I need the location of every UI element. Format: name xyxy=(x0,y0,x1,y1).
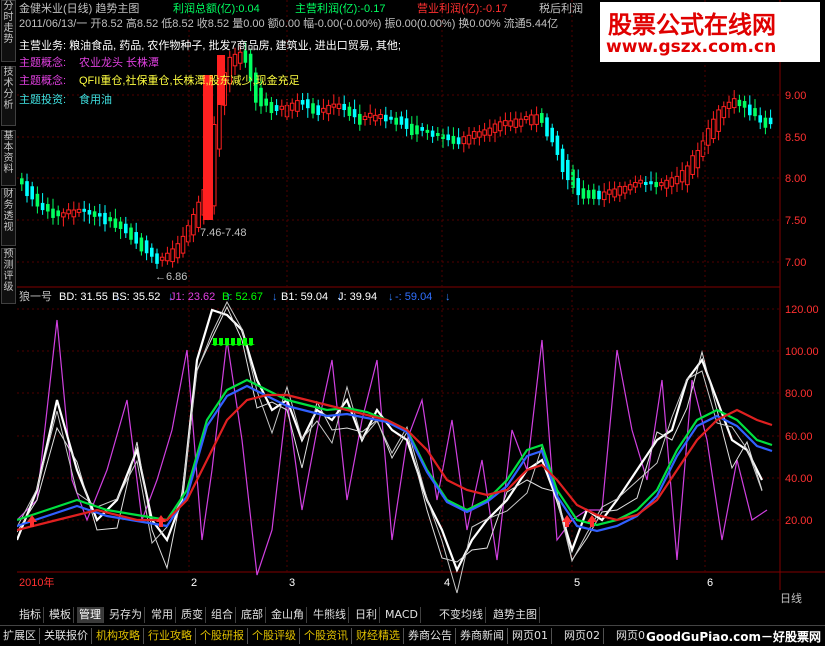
price-axis-label: 8.00 xyxy=(785,173,806,185)
bottom-tab-bar: 扩展区 关联报价 机构攻略 行业攻略 个股研报 个股评级 个股资讯 财经精选 券商公告 券商新闻网… xyxy=(0,625,825,646)
indicator-axis-label: 40.00 xyxy=(785,473,813,485)
range-annotation: 7.46-7.48 xyxy=(200,227,246,239)
indicator-tab[interactable]: 不变均线 xyxy=(437,607,486,623)
indicator-tab[interactable]: 底部 xyxy=(239,607,266,623)
bottom-tab[interactable]: 券商新闻 xyxy=(457,628,508,644)
concept1-value: 农业龙头 长株潭 xyxy=(79,55,159,69)
date-axis-label: 3 xyxy=(289,577,295,589)
indicator-tab[interactable]: MACD xyxy=(383,607,421,623)
side-tab-2[interactable]: 技术分析 xyxy=(1,66,16,126)
bottom-tab[interactable]: 个股研报 xyxy=(197,628,248,644)
bottom-tab[interactable]: 机构攻略 xyxy=(93,628,144,644)
indicator-tab[interactable]: 牛熊线 xyxy=(311,607,349,623)
bottom-tab[interactable]: 关联报价 xyxy=(41,628,92,644)
indicator-tab[interactable]: 金山角 xyxy=(269,607,307,623)
watermark-line2: www.gszx.com.cn xyxy=(606,37,777,57)
bottom-tab[interactable]: 个股资讯 xyxy=(301,628,352,644)
watermark-line1: 股票公式在线网 xyxy=(608,11,776,39)
indicator-tab[interactable]: 质变 xyxy=(179,607,206,623)
indicator-axis-label: 60.00 xyxy=(785,431,813,443)
bottom-tab[interactable]: 个股评级 xyxy=(249,628,300,644)
indicator-value: BS: 35.52 xyxy=(112,291,160,303)
price-axis-label: 8.50 xyxy=(785,132,806,144)
op-profit: 营业利润(亿):-0.17 xyxy=(417,1,507,15)
indicator-toolbar: 指标 模板 管理 另存为 常用 质变 组合 底部 金山角 牛熊线 日利 MACD 不变均线 趋势主图 xyxy=(17,606,825,624)
bottom-tab[interactable]: 网页01 xyxy=(509,628,552,644)
indicator-arrow: ↓ xyxy=(445,291,451,303)
indicator-tab[interactable]: 另存为 xyxy=(107,607,145,623)
business-line: 主营业务: 粮油食品, 药品, 农作物种子, 批发7商品房, 建筑业, 进出口贸… xyxy=(19,38,401,52)
indicator-name: 狼一号 xyxy=(19,289,52,303)
indicator-tab[interactable]: 管理 xyxy=(77,607,104,623)
chart-area: 9.00 8.50 8.00 7.50 7.00 120.00 100.00 80.00 60.… xyxy=(17,0,825,606)
side-tab-bar: 分时走势技术分析基本资料财务透视预测评级 xyxy=(0,0,18,605)
concept2-label: 主题概念: xyxy=(19,73,66,87)
price-axis-label: 7.50 xyxy=(785,215,806,227)
indicator-tab[interactable]: 常用 xyxy=(149,607,176,623)
bottom-tab[interactable]: 行业攻略 xyxy=(145,628,196,644)
indicator-tab[interactable]: 组合 xyxy=(209,607,236,623)
date-axis-start: 2010年 xyxy=(19,575,54,589)
indicator-value: BD: 31.55 xyxy=(59,291,108,303)
concept2-value: QFII重仓,社保重仓,长株潭,股东减少,现金充足 xyxy=(79,73,300,87)
indicator-axis-label: 120.00 xyxy=(785,304,819,316)
bottom-watermark: GoodGuPiao.com－好股票网 xyxy=(646,628,821,645)
date-axis-label: 4 xyxy=(444,577,450,589)
indicator-value: J1: 23.62 xyxy=(170,291,215,303)
date-axis-label: 2 xyxy=(191,577,197,589)
indicator-value: B: 52.67 xyxy=(222,291,263,303)
invest-label: 主题投资: xyxy=(19,92,66,106)
indicator-value: -: 59.04 xyxy=(395,291,432,303)
indicator-tab[interactable]: 指标 xyxy=(17,607,44,623)
indicator-arrow: ↓ xyxy=(272,291,278,303)
invest-value: 食用油 xyxy=(79,92,112,106)
bottom-tab[interactable]: 券商公告 xyxy=(405,628,456,644)
price-axis-label: 9.00 xyxy=(785,90,806,102)
main-profit: 主营利润(亿):-0.17 xyxy=(295,1,385,15)
concept1-label: 主题概念: xyxy=(19,55,66,69)
indicator-tab[interactable]: 趋势主图 xyxy=(491,607,540,623)
indicator-tab[interactable]: 日利 xyxy=(353,607,380,623)
date-axis-label: 6 xyxy=(707,577,713,589)
indicator-arrow: ↓ xyxy=(388,291,394,303)
bottom-tab[interactable]: 财经精选 xyxy=(353,628,404,644)
profit-total: 利润总额(亿):0.04 xyxy=(173,1,260,15)
side-tab-1[interactable]: 分时走势 xyxy=(1,0,16,62)
side-tab-5[interactable]: 预测评级 xyxy=(1,248,16,304)
indicator-axis-label: 80.00 xyxy=(785,388,813,400)
date-axis-label: 5 xyxy=(574,577,580,589)
indicator-axis-label: 100.00 xyxy=(785,346,819,358)
after-tax: 税后利润 xyxy=(539,1,583,15)
quote-line: 2011/06/13/一 开8.52 高8.52 低8.52 收8.52 量0.… xyxy=(19,16,558,30)
side-tab-4[interactable]: 财务透视 xyxy=(1,188,16,246)
bottom-tab[interactable]: 网页02 xyxy=(561,628,604,644)
period-label: 日线 xyxy=(780,592,802,605)
watermark-logo: 股票公式在线网 www.gszx.com.cn xyxy=(600,2,820,62)
low-annotation: ←6.86 xyxy=(155,271,187,283)
indicator-value: B1: 59.04 xyxy=(281,291,328,303)
indicator-tab[interactable]: 模板 xyxy=(47,607,74,623)
price-axis-label: 7.00 xyxy=(785,257,806,269)
stock-title: 金健米业(日线) 趋势主图 xyxy=(19,1,139,15)
indicator-value: J: 39.94 xyxy=(338,291,377,303)
indicator-axis-label: 20.00 xyxy=(785,515,813,527)
bottom-tab[interactable]: 扩展区 xyxy=(0,628,40,644)
side-tab-3[interactable]: 基本资料 xyxy=(1,130,16,186)
